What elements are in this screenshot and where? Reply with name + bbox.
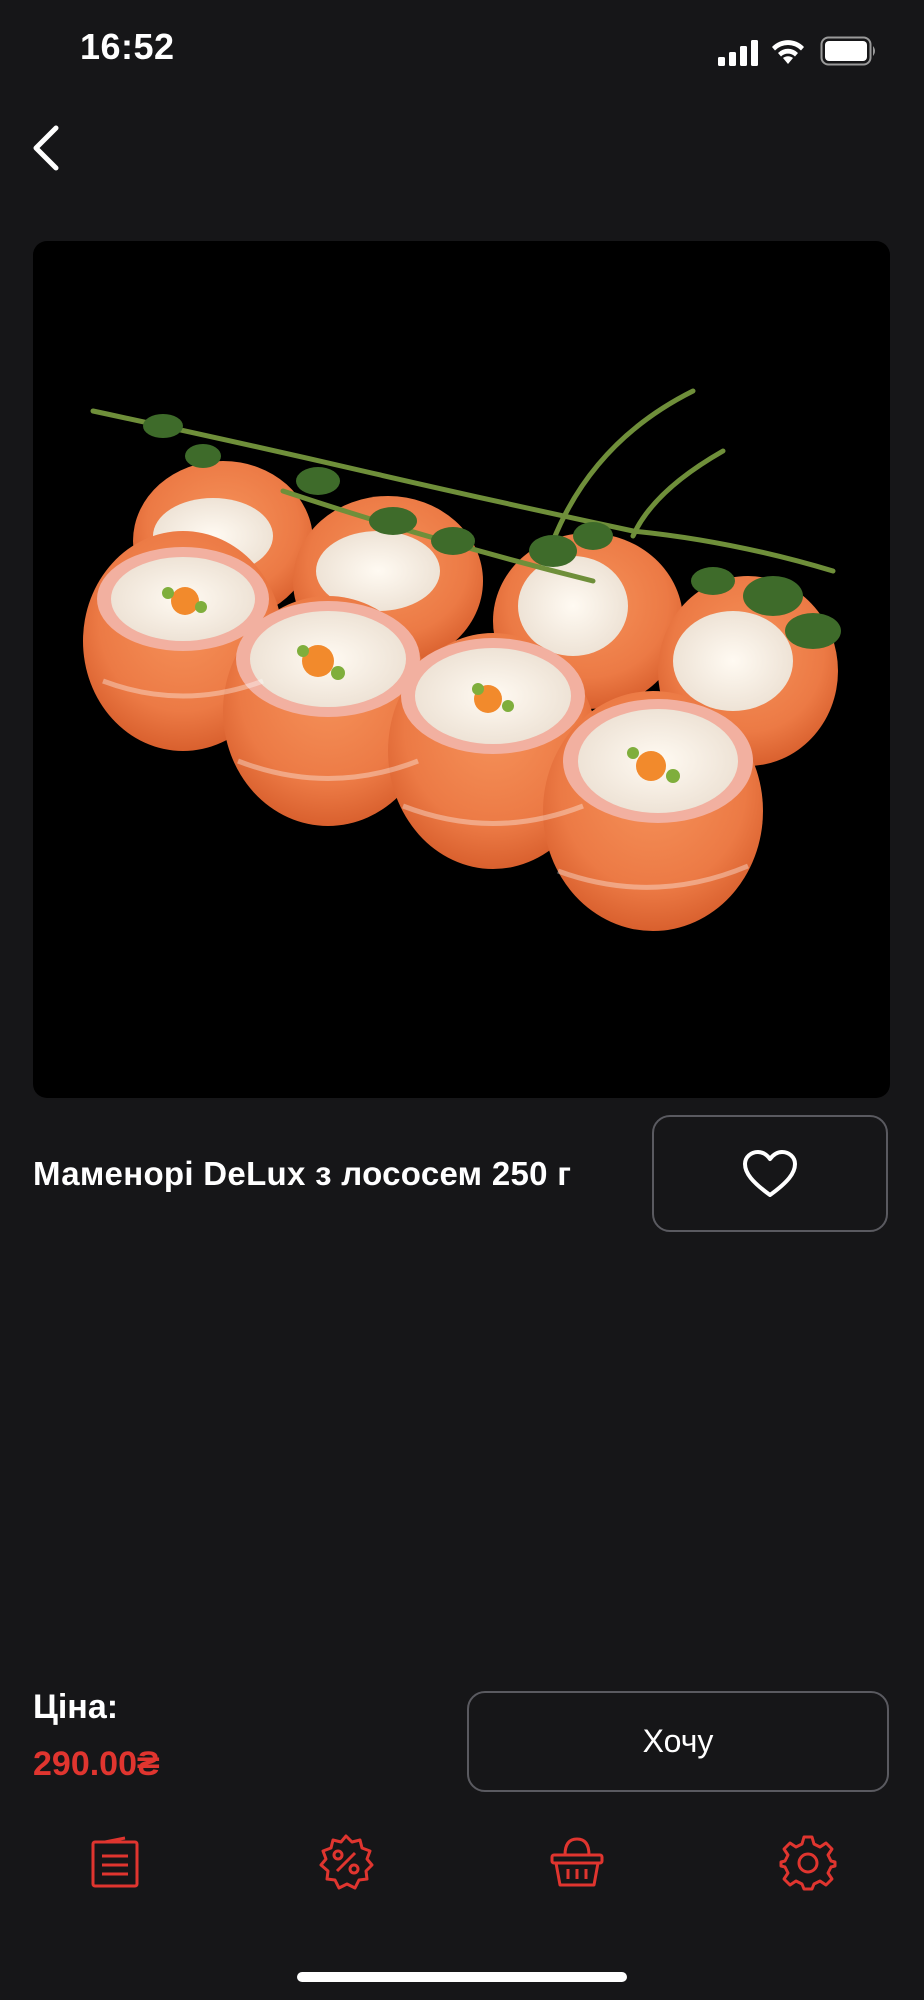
nav-basket[interactable] (537, 1822, 617, 1902)
nav-discounts[interactable] (306, 1822, 386, 1902)
product-image (33, 241, 890, 1098)
status-bar: 16:52 (0, 0, 924, 100)
settings-gear-icon (779, 1835, 837, 1891)
wifi-icon (772, 40, 804, 64)
basket-icon (550, 1837, 604, 1887)
price-value: 290.00₴ (33, 1745, 160, 1783)
favorite-button[interactable] (652, 1115, 888, 1232)
nav-settings[interactable] (768, 1822, 848, 1902)
bottom-nav (0, 1822, 924, 1902)
chevron-left-icon (33, 125, 59, 171)
discount-percent-icon (319, 1834, 374, 1890)
sushi-rolls-illustration (83, 388, 841, 931)
home-indicator (297, 1972, 627, 1982)
heart-outline-icon (743, 1149, 797, 1197)
order-button-label: Хочу (642, 1723, 714, 1759)
nav-menu[interactable] (75, 1822, 155, 1902)
cellular-signal-icon (718, 40, 758, 66)
order-button[interactable]: Хочу (467, 1691, 889, 1792)
battery-icon (820, 36, 875, 66)
menu-list-icon (91, 1836, 139, 1888)
status-time: 16:52 (80, 26, 175, 67)
back-button[interactable] (18, 118, 78, 178)
product-title: Маменорі DeLux з лососем 250 г (33, 1155, 572, 1192)
price-label: Ціна: (33, 1688, 119, 1726)
